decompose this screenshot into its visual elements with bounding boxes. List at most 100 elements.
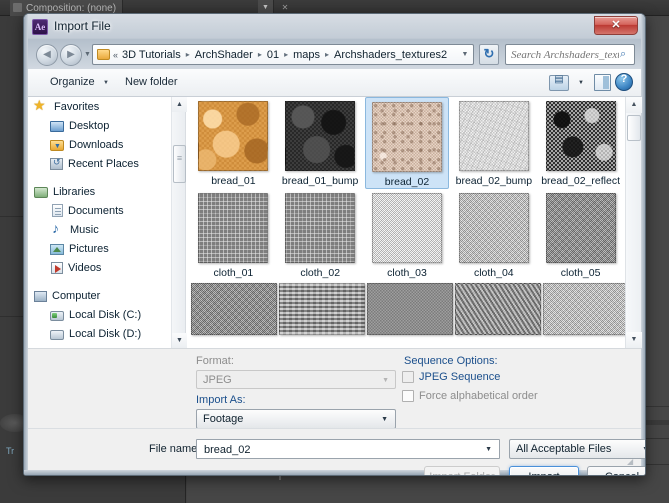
file-type-select[interactable]: All Acceptable Files ▼ — [509, 439, 645, 459]
file-row — [191, 279, 625, 335]
file-name-label: bread_02_bump — [455, 175, 533, 187]
resize-grip-icon[interactable]: ◢ — [627, 458, 637, 468]
file-name-input[interactable] — [202, 443, 478, 457]
forward-button[interactable] — [60, 44, 82, 66]
history-dropdown-icon[interactable]: ▼ — [84, 51, 91, 58]
file-item-cloth-01[interactable]: cloth_01 — [191, 189, 276, 279]
file-thumbnail — [285, 193, 356, 263]
sidebar-group-libraries[interactable]: Libraries — [28, 182, 171, 201]
sidebar-item-recent-places[interactable]: Recent Places — [28, 154, 171, 173]
close-button[interactable] — [594, 16, 638, 35]
chevron-down-icon[interactable]: ▼ — [485, 446, 492, 453]
sidebar-item-pictures[interactable]: Pictures — [28, 239, 171, 258]
file-item-partial-5[interactable] — [543, 279, 625, 335]
file-name-label: File name: — [149, 443, 201, 455]
file-item-bread-01[interactable]: bread_01 — [191, 97, 276, 189]
sidebar-group-computer[interactable]: Computer — [28, 286, 171, 305]
sidebar-item-desktop[interactable]: Desktop — [28, 116, 171, 135]
file-thumbnail — [198, 193, 269, 263]
file-row: bread_01 bread_01_bump bread_02 bread_02… — [191, 97, 625, 189]
file-item-bread-02[interactable]: bread_02 — [364, 97, 450, 189]
sidebar-item-videos[interactable]: Videos — [28, 258, 171, 277]
sidebar-item-downloads[interactable]: Downloads — [28, 135, 171, 154]
sidebar-item-local-disk-c[interactable]: Local Disk (C:) — [28, 305, 171, 324]
view-mode-caret-icon[interactable]: ▼ — [578, 80, 584, 86]
sidebar-item-documents[interactable]: Documents — [28, 201, 171, 220]
breadcrumb-2[interactable]: 01 — [266, 49, 280, 61]
sidebar-item-label: Local Disk (D:) — [69, 327, 142, 340]
force-alphabetical-checkbox-row[interactable]: Force alphabetical order — [402, 390, 538, 402]
cancel-button[interactable]: Cancel — [587, 466, 645, 475]
file-item-bread-01-bump[interactable]: bread_01_bump — [278, 97, 363, 189]
dialog-title-bar[interactable]: Ae Import File — [24, 14, 645, 40]
file-name-combobox[interactable]: ▼ — [196, 439, 500, 459]
file-item-cloth-05[interactable]: cloth_05 — [538, 189, 623, 279]
file-thumbnail — [198, 101, 269, 171]
import-as-value: Footage — [203, 413, 244, 425]
jpeg-sequence-checkbox-row[interactable]: JPEG Sequence — [402, 371, 500, 383]
file-item-cloth-03[interactable]: cloth_03 — [365, 189, 450, 279]
back-button[interactable] — [36, 44, 58, 66]
organize-button[interactable]: Organize — [50, 76, 95, 88]
file-name-label: cloth_05 — [560, 267, 601, 279]
sidebar-group-favorites[interactable]: Favorites — [28, 97, 171, 116]
sidebar-scrollbar[interactable]: ▲ ▼ — [171, 97, 187, 348]
sidebar-item-music[interactable]: Music — [28, 220, 171, 239]
file-item-partial-1[interactable] — [191, 279, 277, 335]
breadcrumb-separator-icon: ▸ — [284, 50, 289, 59]
breadcrumb-1[interactable]: ArchShader — [194, 49, 254, 61]
organize-caret-icon[interactable]: ▼ — [103, 80, 109, 86]
address-dropdown-icon[interactable]: ▼ — [457, 51, 473, 58]
sidebar-scroll-up-icon[interactable]: ▲ — [172, 97, 187, 112]
sidebar-item-label: Recent Places — [68, 157, 139, 170]
import-options-panel: Format: JPEG ▼ Import As: Footage ▼ Sequ… — [28, 348, 641, 429]
preview-pane-icon[interactable] — [594, 74, 611, 91]
chevron-down-icon: ▼ — [381, 416, 388, 423]
file-item-bread-02-reflect[interactable]: bread_02_reflect — [538, 97, 623, 189]
sidebar-item-local-disk-d[interactable]: Local Disk (D:) — [28, 324, 171, 343]
help-icon[interactable] — [615, 73, 633, 91]
force-alphabetical-checkbox[interactable] — [402, 390, 414, 402]
file-name-label: bread_02 — [384, 176, 430, 188]
format-value: JPEG — [203, 374, 232, 386]
file-list-scrollbar[interactable]: ▲ ▼ — [625, 97, 642, 348]
refresh-button[interactable] — [479, 44, 499, 65]
file-list-scroll-thumb[interactable] — [627, 115, 641, 141]
ae-text-fragment: Tr — [6, 446, 15, 456]
breadcrumb-overflow-icon[interactable]: « — [113, 50, 118, 60]
import-as-select[interactable]: Footage ▼ — [196, 409, 396, 429]
breadcrumb-4[interactable]: Archshaders_textures2 — [333, 49, 448, 61]
file-thumbnail — [367, 283, 453, 335]
recent-places-icon — [50, 157, 63, 170]
search-box[interactable]: ⌕ — [505, 44, 635, 65]
file-name-label: cloth_01 — [213, 267, 254, 279]
file-item-partial-3[interactable] — [367, 279, 453, 335]
import-button[interactable]: Import — [509, 466, 579, 475]
sidebar-item-label: Local Disk (C:) — [69, 308, 142, 321]
sidebar-scroll-thumb[interactable] — [173, 145, 186, 183]
ae-tab-icon — [13, 3, 22, 12]
sidebar-group-label: Computer — [52, 289, 101, 302]
file-thumbnail — [458, 193, 529, 263]
file-item-cloth-04[interactable]: cloth_04 — [451, 189, 536, 279]
breadcrumb-3[interactable]: maps — [292, 49, 321, 61]
file-item-bread-02-bump[interactable]: bread_02_bump — [451, 97, 536, 189]
file-thumbnail — [279, 283, 365, 335]
sequence-options-label: Sequence Options: — [404, 355, 498, 367]
address-bar[interactable]: « 3D Tutorials ▸ ArchShader ▸ 01 ▸ maps … — [92, 44, 474, 65]
after-effects-icon: Ae — [32, 19, 48, 35]
sidebar-scroll-down-icon[interactable]: ▼ — [172, 333, 187, 348]
file-item-partial-4[interactable] — [455, 279, 541, 335]
jpeg-sequence-checkbox[interactable] — [402, 371, 414, 383]
file-item-partial-2[interactable] — [279, 279, 365, 335]
file-list-scroll-down-icon[interactable]: ▼ — [626, 332, 642, 348]
file-list-scroll-up-icon[interactable]: ▲ — [626, 97, 642, 113]
breadcrumb-0[interactable]: 3D Tutorials — [121, 49, 182, 61]
new-folder-button[interactable]: New folder — [125, 76, 178, 88]
file-item-cloth-02[interactable]: cloth_02 — [278, 189, 363, 279]
breadcrumb-separator-icon: ▸ — [257, 50, 262, 59]
search-input[interactable] — [511, 48, 619, 61]
view-mode-icon[interactable] — [549, 74, 569, 91]
